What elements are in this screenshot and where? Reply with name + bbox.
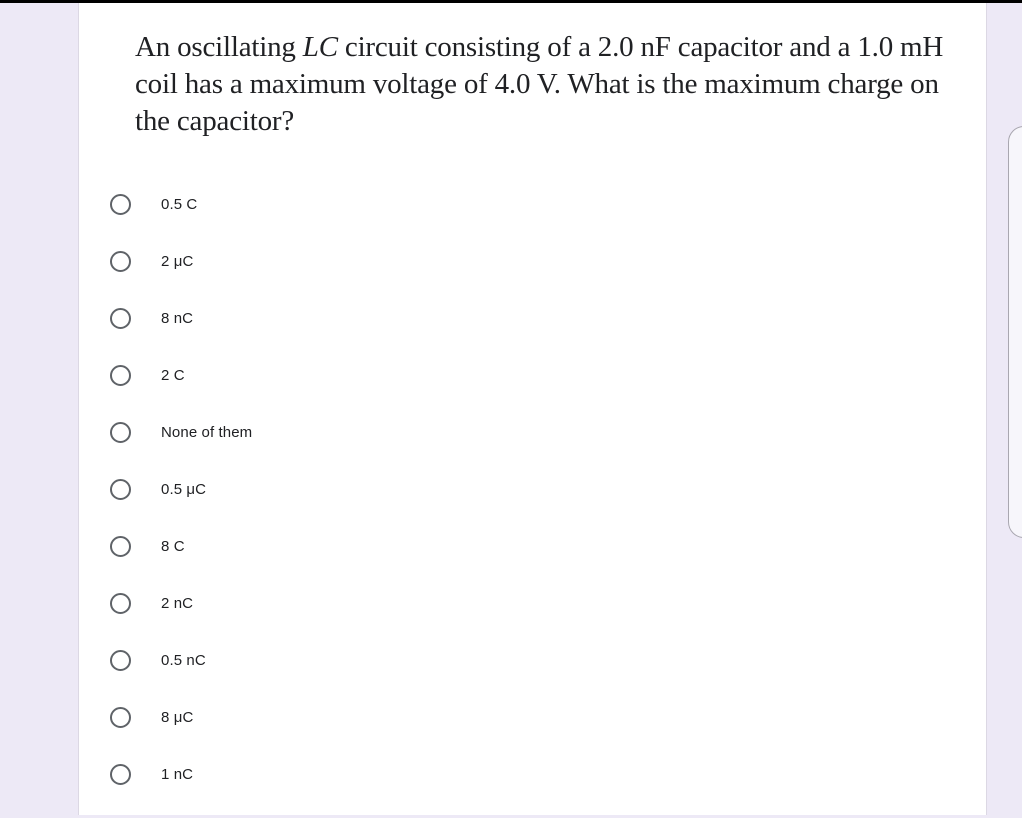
floating-side-toolbar[interactable] <box>1008 126 1022 538</box>
answer-option[interactable]: 1 nC <box>109 746 252 803</box>
question-card: An oscillating LC circuit consisting of … <box>78 3 987 815</box>
question-text: An oscillating LC circuit consisting of … <box>135 29 955 140</box>
radio-button-icon[interactable] <box>110 422 131 443</box>
answer-option[interactable]: None of them <box>109 404 252 461</box>
answer-option[interactable]: 0.5 μC <box>109 461 252 518</box>
answer-option[interactable]: 2 μC <box>109 233 252 290</box>
radio-button-icon[interactable] <box>110 593 131 614</box>
answer-option[interactable]: 2 C <box>109 347 252 404</box>
answer-option[interactable]: 0.5 C <box>109 176 252 233</box>
radio-button-icon[interactable] <box>110 536 131 557</box>
radio-button-icon[interactable] <box>110 365 131 386</box>
answer-option[interactable]: 2 nC <box>109 575 252 632</box>
radio-button-icon[interactable] <box>110 650 131 671</box>
answer-option-label: 0.5 nC <box>161 652 206 669</box>
answer-option-label: None of them <box>161 424 253 441</box>
answer-option-label: 0.5 μC <box>161 481 207 498</box>
answer-options: 0.5 C 2 μC 8 nC 2 C None of them 0.5 μC … <box>109 183 252 818</box>
question-text-part-italic: LC <box>302 31 338 63</box>
answer-option[interactable]: 0.5 nC <box>109 632 252 689</box>
answer-option-label: 8 C <box>161 538 185 555</box>
radio-button-icon[interactable] <box>110 707 131 728</box>
answer-option[interactable]: 8 nC <box>109 290 252 347</box>
answer-option-label: 2 μC <box>161 253 194 270</box>
answer-option-label: 2 C <box>161 367 185 384</box>
answer-option-label: 1 nC <box>161 766 194 783</box>
answer-option-label: 0.5 C <box>161 196 198 213</box>
radio-button-icon[interactable] <box>110 251 131 272</box>
radio-button-icon[interactable] <box>110 479 131 500</box>
question-text-part: An oscillating <box>135 31 303 63</box>
answer-option-label: 8 μC <box>161 709 194 726</box>
radio-button-icon[interactable] <box>110 308 131 329</box>
radio-button-icon[interactable] <box>110 194 131 215</box>
answer-option-label: 8 nC <box>161 310 194 327</box>
answer-option[interactable]: 8 C <box>109 518 252 575</box>
radio-button-icon[interactable] <box>110 764 131 785</box>
answer-option[interactable]: 8 μC <box>109 689 252 746</box>
answer-option-label: 2 nC <box>161 595 194 612</box>
